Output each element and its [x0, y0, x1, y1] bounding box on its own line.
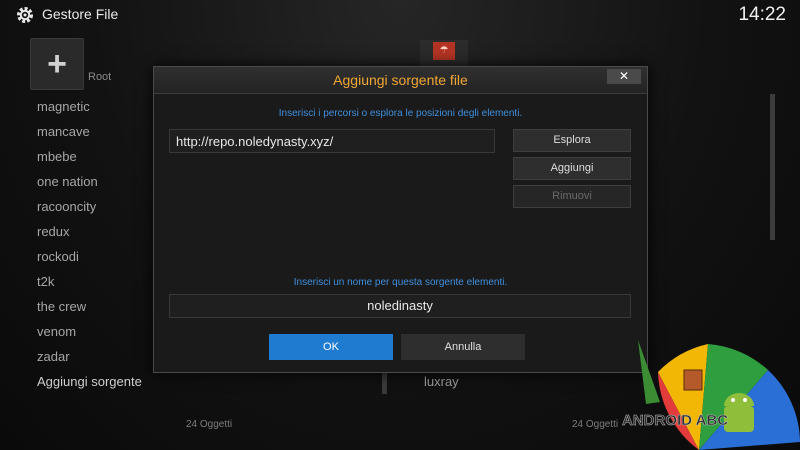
close-button[interactable]: ✕ — [607, 69, 641, 84]
source-name-input[interactable]: noledinasty — [169, 294, 631, 318]
watermark-text: ANDROID ABC — [622, 412, 728, 429]
root-label: Root — [88, 71, 112, 83]
browse-button[interactable]: Esplora — [513, 129, 631, 152]
add-source-tile[interactable]: + — [30, 38, 84, 90]
right-scrollbar[interactable] — [770, 94, 775, 240]
left-scrollbar[interactable] — [382, 372, 387, 394]
gear-icon[interactable] — [15, 5, 35, 25]
left-item-count: 24 Oggetti — [186, 419, 233, 430]
cancel-button[interactable]: Annulla — [401, 334, 525, 360]
source-path-input[interactable]: http://repo.noledynasty.xyz/ — [169, 129, 495, 153]
name-hint: Inserisci un nome per questa sorgente el… — [293, 277, 508, 288]
dialog-title: Aggiungi sorgente file — [333, 72, 468, 88]
top-bar: Gestore File 14:22 — [0, 0, 800, 30]
close-icon: ✕ — [618, 69, 630, 83]
clock: 14:22 — [738, 4, 786, 25]
paths-hint: Inserisci i percorsi o esplora le posizi… — [278, 108, 523, 119]
dialog-header: Aggiungi sorgente file ✕ — [154, 67, 647, 94]
add-path-button[interactable]: Aggiungi — [513, 157, 631, 180]
umbrella-icon: ☂ — [433, 42, 455, 60]
android-robot-logo: ANDROID ABC — [622, 340, 800, 450]
add-source-dialog: Aggiungi sorgente file ✕ Inserisci i per… — [153, 66, 648, 373]
plus-icon: + — [47, 45, 67, 83]
remove-path-button[interactable]: Rimuovi — [513, 185, 631, 208]
ok-button[interactable]: OK — [269, 334, 393, 360]
window-title: Gestore File — [42, 6, 119, 22]
right-list-item[interactable]: luxray — [424, 374, 459, 389]
